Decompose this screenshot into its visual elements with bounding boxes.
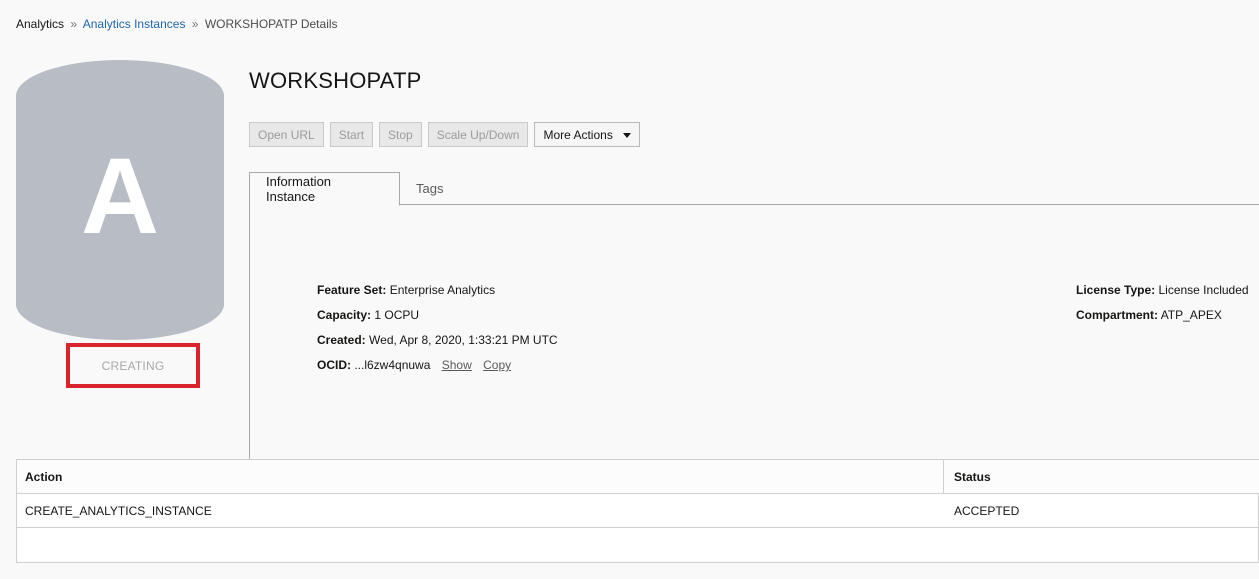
compartment-value: ATP_APEX xyxy=(1160,308,1222,322)
ocid-copy-link[interactable]: Copy xyxy=(483,358,511,372)
compartment-row: Compartment: ATP_APEX xyxy=(1076,303,1249,328)
cell-action: CREATE_ANALYTICS_INSTANCE xyxy=(25,503,212,518)
scale-up-down-button[interactable]: Scale Up/Down xyxy=(427,122,529,147)
instance-icon: A xyxy=(16,60,224,342)
more-actions-label: More Actions xyxy=(543,127,613,142)
info-left-column: Feature Set: Enterprise Analytics Capaci… xyxy=(317,278,558,378)
breadcrumb-separator: » xyxy=(70,17,78,31)
feature-set-row: Feature Set: Enterprise Analytics xyxy=(317,278,558,303)
table-row: CREATE_ANALYTICS_INSTANCE ACCEPTED xyxy=(17,494,1259,528)
feature-set-label: Feature Set: xyxy=(317,283,387,297)
breadcrumb-analytics-instances[interactable]: Analytics Instances xyxy=(83,17,186,31)
stop-button[interactable]: Stop xyxy=(379,122,422,147)
compartment-label: Compartment: xyxy=(1076,308,1159,322)
instance-icon-top xyxy=(16,60,224,132)
tab-bar: Information Instance Tags xyxy=(249,172,1259,206)
column-header-status[interactable]: Status xyxy=(945,460,991,493)
breadcrumb: Analytics » Analytics Instances » WORKSH… xyxy=(16,17,338,31)
license-type-value: License Included xyxy=(1158,283,1249,297)
ocid-label: OCID: xyxy=(317,358,351,372)
information-panel: Feature Set: Enterprise Analytics Capaci… xyxy=(249,204,1259,460)
start-button[interactable]: Start xyxy=(329,122,374,147)
action-toolbar: Open URL Start Stop Scale Up/Down More A… xyxy=(249,122,640,147)
tab-label: Information Instance xyxy=(266,174,332,204)
capacity-value: 1 OCPU xyxy=(374,308,420,322)
status-text: CREATING xyxy=(101,358,165,373)
created-row: Created: Wed, Apr 8, 2020, 1:33:21 PM UT… xyxy=(317,328,558,353)
capacity-row: Capacity: 1 OCPU xyxy=(317,303,558,328)
ocid-row: OCID: ...l6zw4qnuwa Show Copy xyxy=(317,353,558,378)
work-requests-table: Action Status CREATE_ANALYTICS_INSTANCE … xyxy=(16,459,1259,563)
page-title: WORKSHOPATP xyxy=(249,68,422,93)
ocid-value: ...l6zw4qnuwa xyxy=(354,358,431,372)
created-label: Created: xyxy=(317,333,366,347)
breadcrumb-separator: » xyxy=(191,17,199,31)
license-type-label: License Type: xyxy=(1076,283,1156,297)
breadcrumb-analytics[interactable]: Analytics xyxy=(16,17,64,31)
more-actions-button[interactable]: More Actions xyxy=(534,122,640,147)
feature-set-value: Enterprise Analytics xyxy=(389,283,496,297)
breadcrumb-current: WORKSHOPATP Details xyxy=(204,17,338,31)
open-url-button[interactable]: Open URL xyxy=(249,122,324,147)
info-right-column: License Type: License Included Compartme… xyxy=(1076,278,1249,328)
created-value: Wed, Apr 8, 2020, 1:33:21 PM UTC xyxy=(369,333,558,347)
table-header: Action Status xyxy=(17,460,1259,494)
instance-icon-letter: A xyxy=(81,135,159,256)
chevron-down-icon xyxy=(622,133,631,138)
ocid-show-link[interactable]: Show xyxy=(442,358,472,372)
tab-label: Tags xyxy=(416,181,444,196)
cell-status: ACCEPTED xyxy=(954,503,1020,518)
column-header-action[interactable]: Action xyxy=(17,460,944,493)
instance-details-page: Analytics » Analytics Instances » WORKSH… xyxy=(0,0,1259,579)
license-type-row: License Type: License Included xyxy=(1076,278,1249,303)
status-badge: CREATING xyxy=(66,343,200,388)
capacity-label: Capacity: xyxy=(317,308,372,322)
tab-tags[interactable]: Tags xyxy=(400,172,459,205)
tab-information-instance[interactable]: Information Instance xyxy=(249,172,400,206)
